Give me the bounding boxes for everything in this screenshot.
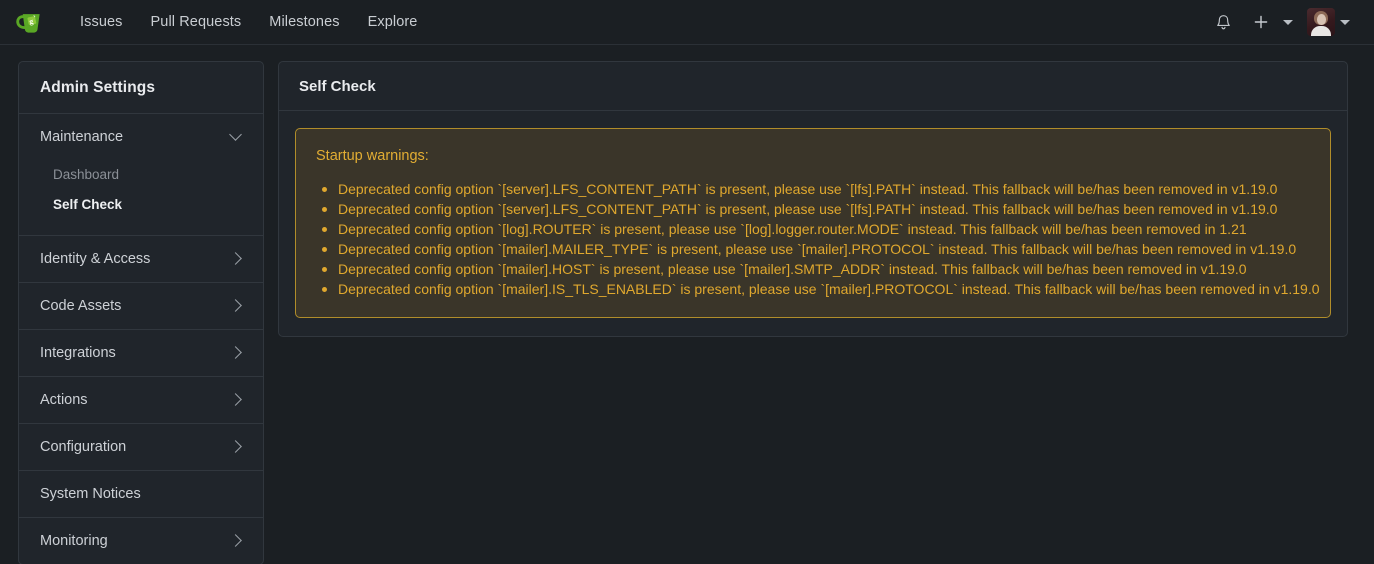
user-menu[interactable] [1305, 8, 1360, 36]
avatar[interactable] [1307, 8, 1335, 36]
nav-link-pull-requests[interactable]: Pull Requests [137, 8, 256, 36]
chevron-right-icon [229, 534, 242, 547]
panel-title: Self Check [279, 62, 1347, 111]
plus-button[interactable] [1244, 5, 1278, 39]
nav-link-explore[interactable]: Explore [354, 8, 432, 36]
warning-item: Deprecated config option `[mailer].MAILE… [316, 239, 1310, 259]
sidebar-item-integrations[interactable]: Integrations [19, 330, 263, 376]
avatar-body [1311, 26, 1331, 36]
chevron-right-icon [229, 299, 242, 312]
sidebar-submenu-maintenance: Dashboard Self Check [19, 160, 263, 235]
self-check-panel: Self Check Startup warnings: Deprecated … [278, 61, 1348, 338]
sidebar-item-label: Integrations [40, 344, 116, 361]
navbar-right [1206, 5, 1360, 39]
startup-warnings-title: Startup warnings: [316, 148, 429, 164]
page-container: Admin Settings Maintenance Dashboard Sel… [0, 45, 1374, 564]
sidebar-item-system-notices[interactable]: System Notices [19, 471, 263, 517]
bell-icon [1216, 14, 1230, 29]
warning-item: Deprecated config option `[server].LFS_C… [316, 179, 1310, 199]
warning-item: Deprecated config option `[log].ROUTER` … [316, 219, 1310, 239]
sidebar-group-maintenance: Maintenance Dashboard Self Check [19, 114, 263, 236]
chevron-down-icon [229, 127, 242, 141]
warning-item: Deprecated config option `[mailer].HOST`… [316, 259, 1310, 279]
chevron-down-icon [1340, 19, 1350, 25]
avatar-face [1316, 13, 1326, 25]
sidebar-item-identity-access[interactable]: Identity & Access [19, 236, 263, 282]
chevron-right-icon [229, 393, 242, 406]
sidebar-item-actions[interactable]: Actions [19, 377, 263, 423]
sidebar-item-label: Actions [40, 391, 88, 408]
sidebar-item-maintenance[interactable]: Maintenance [19, 114, 263, 160]
chevron-down-icon [1283, 19, 1293, 25]
create-new-menu[interactable] [1242, 5, 1303, 39]
sidebar-item-label: System Notices [40, 485, 141, 502]
panel-body: Startup warnings: Deprecated config opti… [279, 111, 1347, 336]
top-navbar: g Issues Pull Requests Milestones Explor… [0, 0, 1374, 45]
sidebar-subitem-dashboard[interactable]: Dashboard [40, 160, 242, 190]
sidebar-item-monitoring[interactable]: Monitoring [19, 518, 263, 564]
sidebar-group-identity-access: Identity & Access [19, 236, 263, 283]
sidebar-group-configuration: Configuration [19, 424, 263, 471]
nav-link-issues[interactable]: Issues [66, 8, 137, 36]
sidebar-group-integrations: Integrations [19, 330, 263, 377]
sidebar-group-actions: Actions [19, 377, 263, 424]
warning-item: Deprecated config option `[server].LFS_C… [316, 199, 1310, 219]
sidebar-item-label: Configuration [40, 438, 127, 455]
navbar-left: g Issues Pull Requests Milestones Explor… [8, 0, 431, 44]
page-title: Admin Settings [19, 62, 263, 114]
gitea-logo-link[interactable]: g [8, 2, 50, 42]
sidebar-item-code-assets[interactable]: Code Assets [19, 283, 263, 329]
sidebar-item-label: Monitoring [40, 532, 108, 549]
startup-warnings-box: Startup warnings: Deprecated config opti… [295, 128, 1331, 319]
sidebar-subitem-self-check[interactable]: Self Check [40, 190, 242, 220]
nav-link-milestones[interactable]: Milestones [255, 8, 353, 36]
sidebar-group-system-notices: System Notices [19, 471, 263, 518]
plus-icon [1254, 15, 1268, 29]
startup-warnings-list: Deprecated config option `[server].LFS_C… [316, 179, 1320, 299]
sidebar-item-label: Code Assets [40, 297, 122, 314]
sidebar-item-configuration[interactable]: Configuration [19, 424, 263, 470]
chevron-right-icon [229, 440, 242, 453]
warning-item: Deprecated config option `[mailer].IS_TL… [316, 279, 1320, 299]
chevron-right-icon [229, 252, 242, 265]
sidebar-group-monitoring: Monitoring [19, 518, 263, 564]
notifications-button[interactable] [1206, 5, 1240, 39]
gitea-logo: g [15, 13, 40, 33]
sidebar-item-label: Identity & Access [40, 250, 151, 267]
sidebar-group-code-assets: Code Assets [19, 283, 263, 330]
admin-sidebar: Admin Settings Maintenance Dashboard Sel… [18, 61, 264, 564]
sidebar-item-label: Maintenance [40, 129, 124, 145]
chevron-right-icon [229, 346, 242, 359]
navbar-links: Issues Pull Requests Milestones Explore [66, 8, 431, 36]
